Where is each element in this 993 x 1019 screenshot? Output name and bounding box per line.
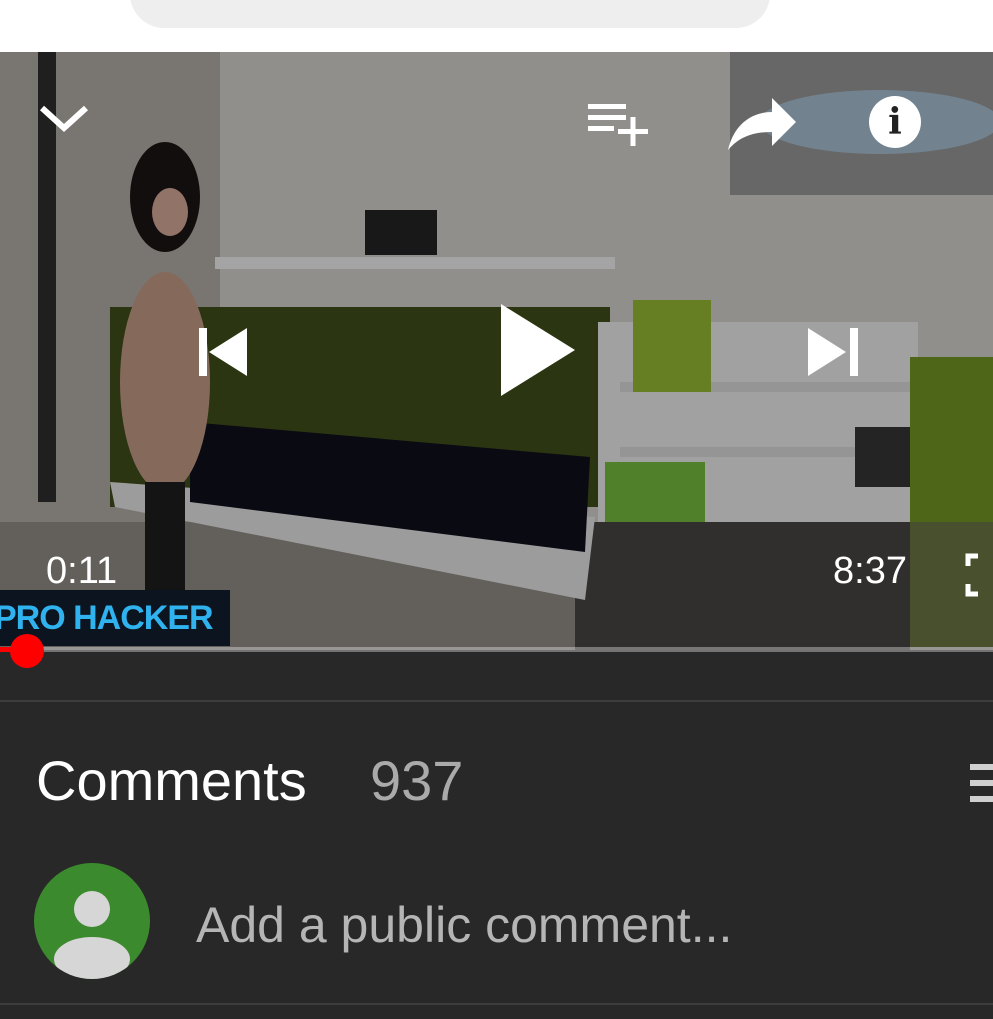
share-button[interactable]: [720, 88, 800, 158]
add-to-queue-button[interactable]: [584, 100, 654, 150]
account-avatar-icon: [54, 891, 130, 979]
sort-icon: [970, 764, 993, 802]
scrubber-handle[interactable]: [10, 634, 44, 668]
search-bar[interactable]: [130, 0, 770, 28]
sort-comments-button[interactable]: [968, 762, 993, 806]
current-time: 0:11: [46, 550, 118, 592]
divider: [0, 700, 993, 702]
play-button[interactable]: [495, 300, 580, 400]
collapse-button[interactable]: [34, 98, 94, 138]
info-button[interactable]: i: [869, 96, 921, 148]
fullscreen-button[interactable]: [958, 552, 988, 598]
skip-previous-icon: [199, 328, 247, 376]
divider: [0, 1003, 993, 1005]
top-bar: [0, 0, 993, 52]
comments-title: Comments: [36, 749, 307, 812]
previous-video-button[interactable]: [195, 324, 255, 380]
video-player[interactable]: i 0:11 8:37 PRO HACKER: [0, 52, 993, 650]
chevron-down-icon: [39, 105, 89, 133]
play-icon: [501, 304, 575, 396]
share-icon: [728, 98, 796, 150]
info-icon: i: [888, 101, 902, 143]
comments-count: 937: [370, 749, 464, 812]
fullscreen-icon: [965, 553, 978, 597]
progress-bar[interactable]: [0, 647, 993, 652]
skip-next-icon: [808, 328, 858, 376]
user-avatar: [34, 863, 150, 979]
playlist-add-icon: [588, 104, 648, 146]
add-comment-input[interactable]: Add a public comment...: [196, 890, 896, 960]
total-time: 8:37: [833, 550, 907, 592]
next-video-button[interactable]: [802, 324, 864, 380]
